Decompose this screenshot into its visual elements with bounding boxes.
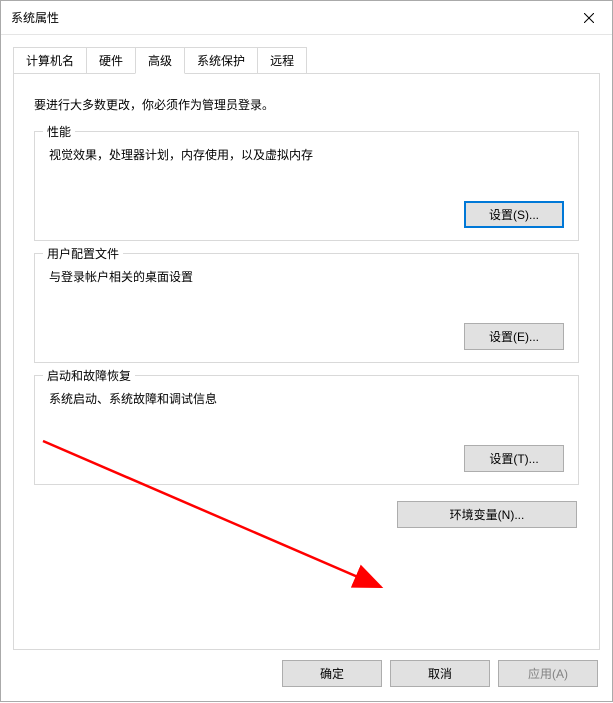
startup-recovery-legend: 启动和故障恢复 (43, 367, 135, 384)
tab-strip: 计算机名 硬件 高级 系统保护 远程 (13, 47, 600, 74)
tab-remote[interactable]: 远程 (257, 47, 307, 74)
user-profiles-settings-button[interactable]: 设置(E)... (464, 323, 564, 350)
performance-fieldset: 性能 视觉效果，处理器计划，内存使用，以及虚拟内存 设置(S)... (34, 131, 579, 241)
tab-content-advanced: 要进行大多数更改，你必须作为管理员登录。 性能 视觉效果，处理器计划，内存使用，… (13, 73, 600, 650)
user-profiles-legend: 用户配置文件 (43, 245, 123, 262)
tab-computer-name[interactable]: 计算机名 (13, 47, 87, 74)
titlebar: 系统属性 (1, 1, 612, 35)
tab-system-protection[interactable]: 系统保护 (184, 47, 258, 74)
tab-advanced[interactable]: 高级 (135, 47, 185, 74)
close-button[interactable] (566, 1, 612, 35)
tab-hardware[interactable]: 硬件 (86, 47, 136, 74)
performance-settings-button[interactable]: 设置(S)... (464, 201, 564, 228)
user-profiles-btn-row: 设置(E)... (49, 323, 564, 350)
performance-legend: 性能 (43, 123, 75, 140)
admin-login-notice: 要进行大多数更改，你必须作为管理员登录。 (34, 96, 579, 113)
ok-button[interactable]: 确定 (282, 660, 382, 687)
close-icon (584, 13, 594, 23)
performance-desc: 视觉效果，处理器计划，内存使用，以及虚拟内存 (49, 146, 564, 163)
user-profiles-fieldset: 用户配置文件 与登录帐户相关的桌面设置 设置(E)... (34, 253, 579, 363)
apply-button[interactable]: 应用(A) (498, 660, 598, 687)
startup-recovery-fieldset: 启动和故障恢复 系统启动、系统故障和调试信息 设置(T)... (34, 375, 579, 485)
system-properties-window: 系统属性 计算机名 硬件 高级 系统保护 远程 要进行大多数更改，你必须作为管理… (0, 0, 613, 702)
dialog-button-bar: 确定 取消 应用(A) (1, 650, 612, 701)
window-title: 系统属性 (11, 9, 59, 26)
environment-variables-button[interactable]: 环境变量(N)... (397, 501, 577, 528)
env-vars-row: 环境变量(N)... (34, 501, 579, 528)
user-profiles-desc: 与登录帐户相关的桌面设置 (49, 268, 564, 285)
startup-recovery-btn-row: 设置(T)... (49, 445, 564, 472)
tabs-area: 计算机名 硬件 高级 系统保护 远程 要进行大多数更改，你必须作为管理员登录。 … (1, 35, 612, 650)
cancel-button[interactable]: 取消 (390, 660, 490, 687)
startup-recovery-desc: 系统启动、系统故障和调试信息 (49, 390, 564, 407)
startup-recovery-settings-button[interactable]: 设置(T)... (464, 445, 564, 472)
performance-btn-row: 设置(S)... (49, 201, 564, 228)
